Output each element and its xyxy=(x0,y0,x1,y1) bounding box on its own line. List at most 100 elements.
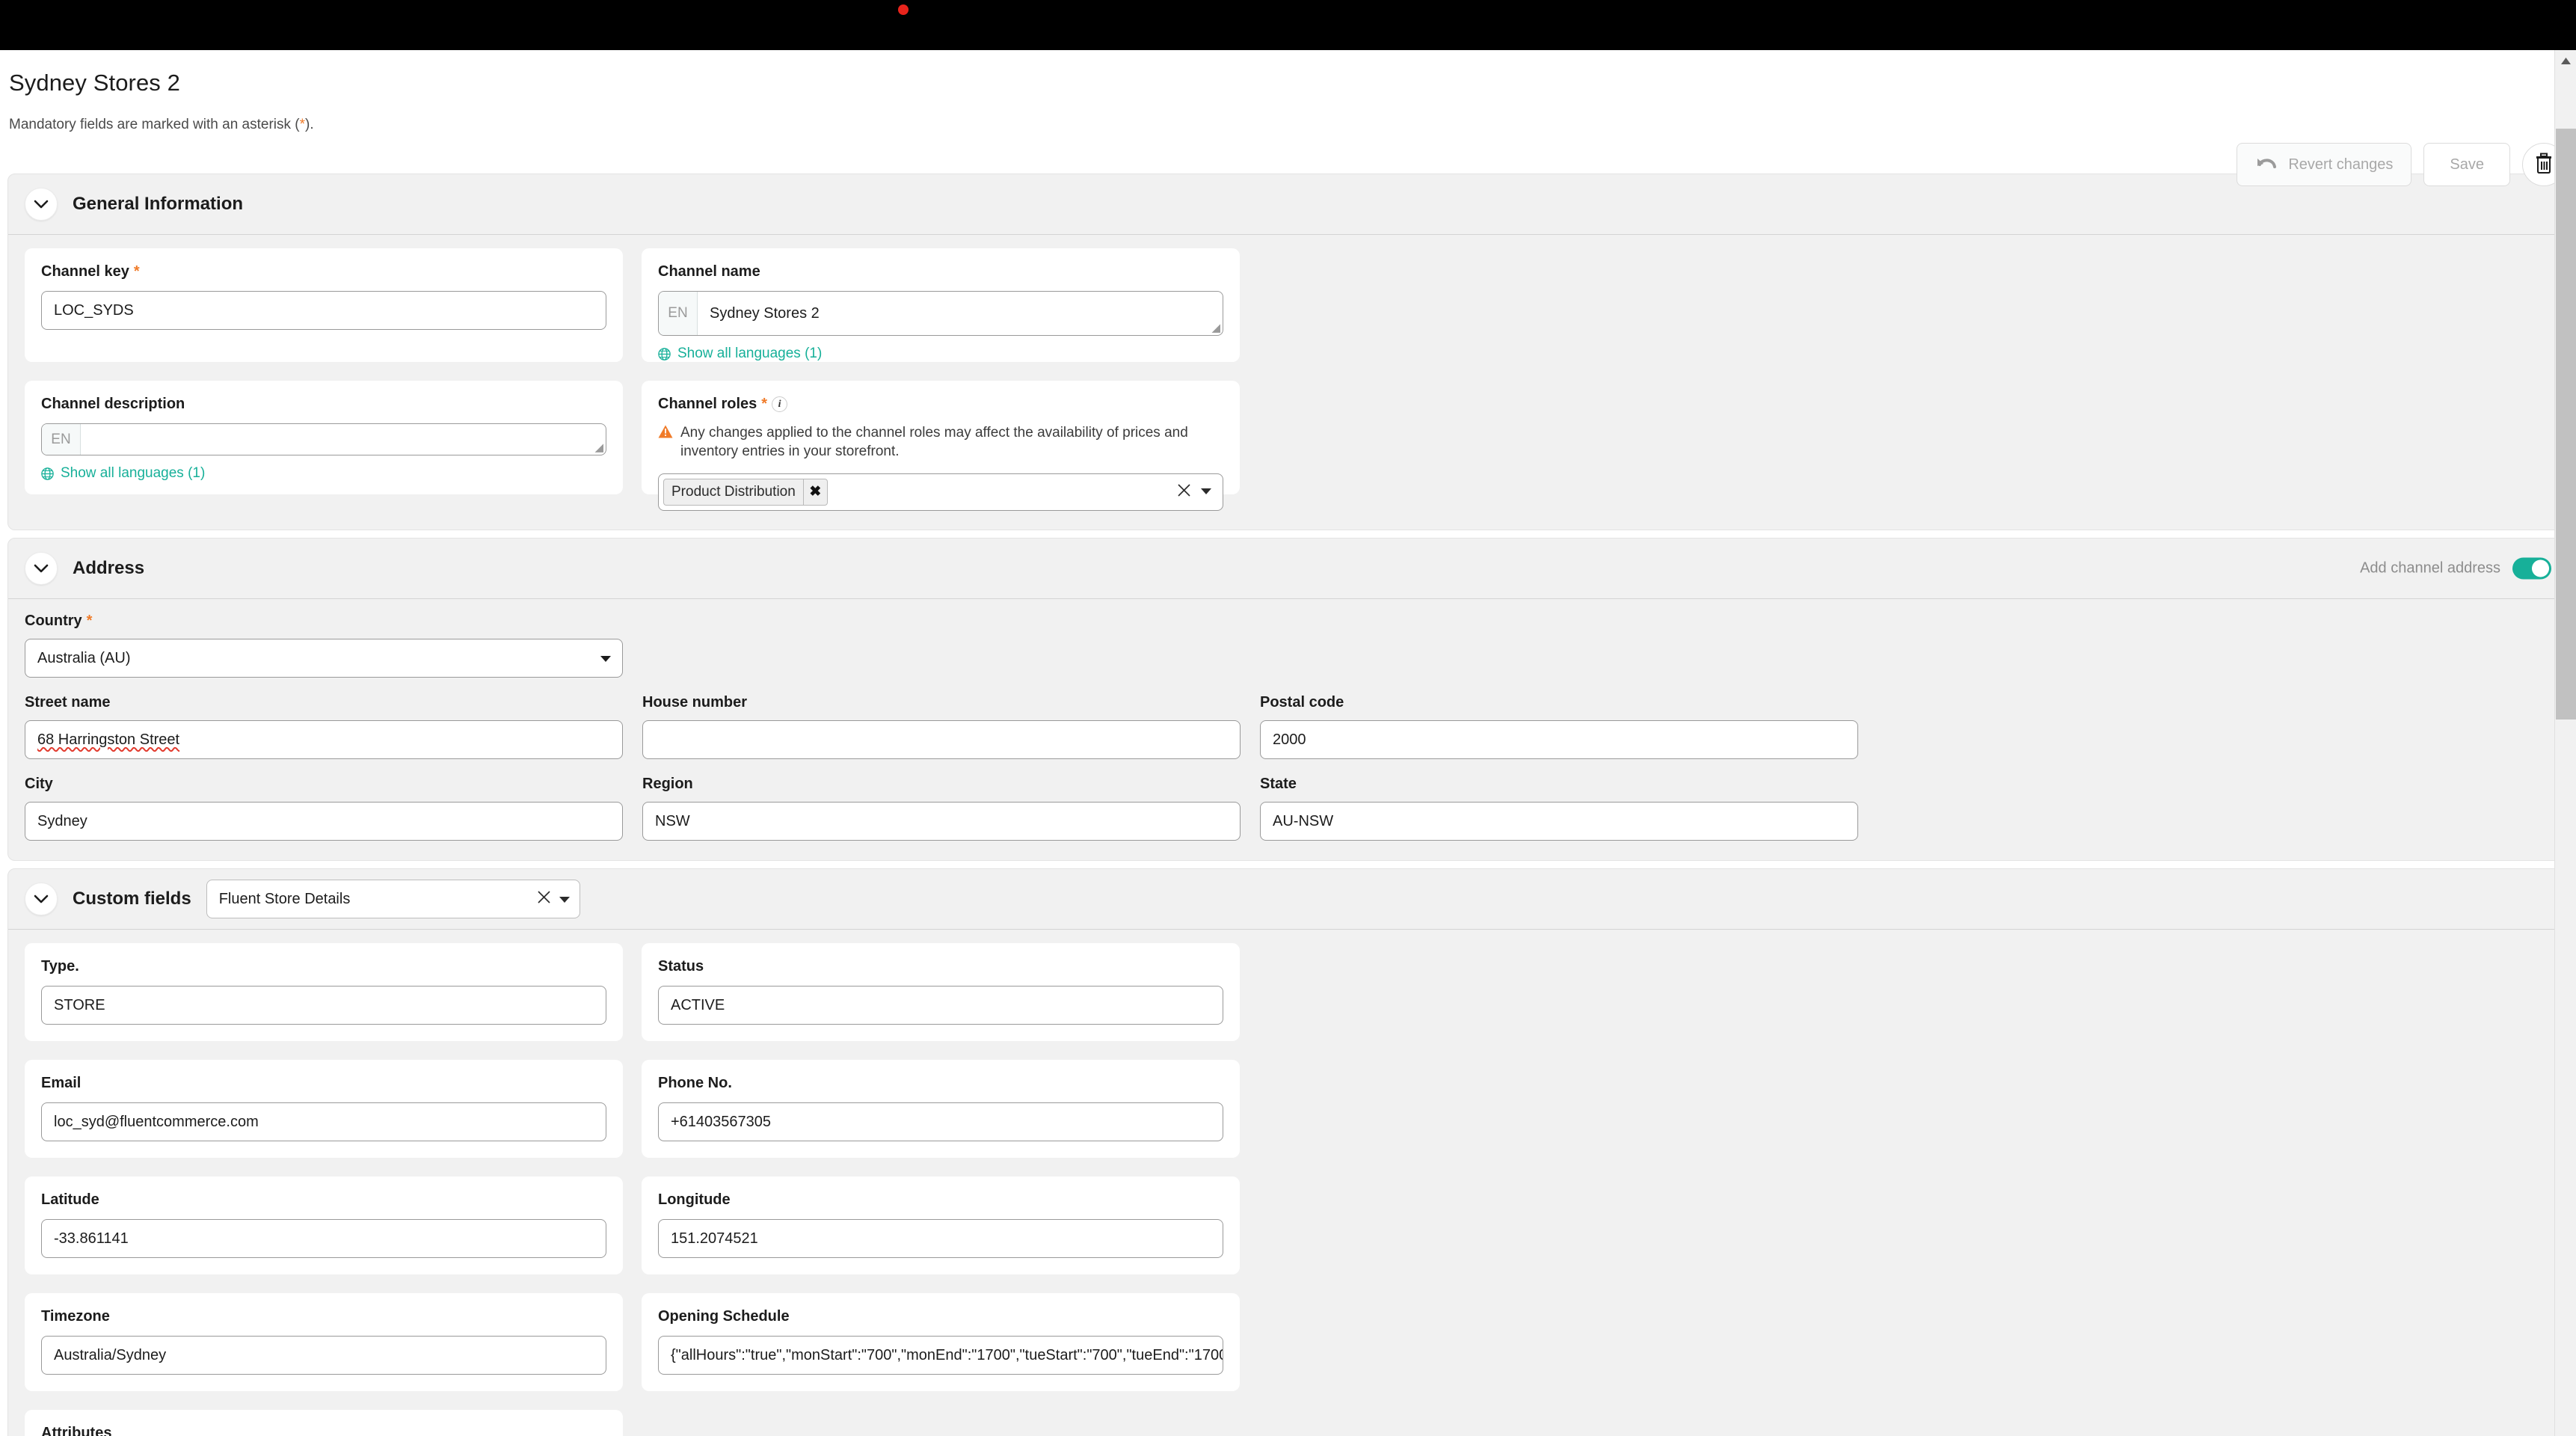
field-card-latitude: Latitude -33.861141 xyxy=(25,1176,623,1274)
show-all-languages-channel-name-label: Show all languages (1) xyxy=(677,346,822,362)
label-postal-code: Postal code xyxy=(1260,694,1858,711)
input-channel-name-value[interactable]: Sydney Stores 2 xyxy=(698,292,1223,335)
window-top-bar xyxy=(0,0,2576,50)
globe-icon xyxy=(41,467,54,480)
input-timezone[interactable]: Australia/Sydney xyxy=(41,1336,606,1375)
show-all-languages-channel-description-label: Show all languages (1) xyxy=(61,465,205,482)
custom-fields-row-5: Attributes [{"name":,"type":,"value":},{… xyxy=(25,1410,2551,1436)
label-opening-schedule: Opening Schedule xyxy=(658,1308,1223,1325)
channel-roles-actions xyxy=(1177,483,1212,501)
label-street-name: Street name xyxy=(25,694,623,711)
custom-fields-row-4: Timezone Australia/Sydney Opening Schedu… xyxy=(25,1293,2551,1391)
input-postal-code[interactable]: 2000 xyxy=(1260,720,1858,759)
section-header-address[interactable]: Address Add channel address xyxy=(8,538,2568,599)
input-street-name-value: 68 Harringston Street xyxy=(37,731,179,749)
field-card-channel-key: Channel key* LOC_SYDS xyxy=(25,248,623,362)
select-custom-fields-scheme[interactable]: Fluent Store Details xyxy=(206,880,580,918)
input-channel-key[interactable]: LOC_SYDS xyxy=(41,291,606,330)
label-city: City xyxy=(25,776,623,793)
section-title-address: Address xyxy=(73,558,144,579)
clear-x-icon[interactable] xyxy=(537,890,551,909)
section-header-general-information[interactable]: General Information xyxy=(8,174,2568,235)
add-channel-address-label: Add channel address xyxy=(2360,560,2500,577)
add-channel-address-toggle[interactable] xyxy=(2512,558,2551,580)
field-card-status: Status ACTIVE xyxy=(642,943,1240,1041)
field-card-phone-no: Phone No. +61403567305 xyxy=(642,1060,1240,1158)
input-phone-no[interactable]: +61403567305 xyxy=(658,1102,1223,1141)
language-tag-en: EN xyxy=(42,424,81,455)
field-region: Region NSW xyxy=(642,776,1241,841)
vertical-scrollbar[interactable] xyxy=(2554,50,2576,1436)
save-label: Save xyxy=(2450,156,2484,174)
label-attributes: Attributes xyxy=(41,1425,606,1436)
input-channel-description[interactable]: EN ◢ xyxy=(41,423,606,455)
label-region: Region xyxy=(642,776,1241,793)
label-channel-roles-text: Channel roles xyxy=(658,396,757,413)
label-state: State xyxy=(1260,776,1858,793)
input-email[interactable]: loc_syd@fluentcommerce.com xyxy=(41,1102,606,1141)
input-channel-name[interactable]: EN Sydney Stores 2 ◢ xyxy=(658,291,1223,336)
info-icon[interactable]: i xyxy=(772,396,787,412)
label-channel-roles: Channel roles* i xyxy=(658,396,1223,413)
input-channel-description-value[interactable] xyxy=(81,424,606,455)
clear-x-icon[interactable] xyxy=(1177,483,1191,501)
chevron-down-icon[interactable] xyxy=(559,891,571,908)
page-title: Sydney Stores 2 xyxy=(9,70,180,96)
language-tag-en: EN xyxy=(659,292,698,335)
field-postal-code: Postal code 2000 xyxy=(1260,694,1858,759)
label-country-text: Country xyxy=(25,613,82,630)
input-house-number[interactable] xyxy=(642,720,1241,759)
custom-fields-row-3: Latitude -33.861141 Longitude 151.207452… xyxy=(25,1176,2551,1274)
globe-icon xyxy=(658,348,671,360)
input-status[interactable]: ACTIVE xyxy=(658,986,1223,1025)
label-channel-name: Channel name xyxy=(658,263,1223,280)
chevron-down-icon[interactable] xyxy=(1200,485,1212,499)
collapse-toggle-general-information[interactable] xyxy=(25,188,58,221)
section-header-custom-fields[interactable]: Custom fields Fluent Store Details xyxy=(8,869,2568,930)
section-custom-fields: Custom fields Fluent Store Details Type.… xyxy=(7,868,2569,1436)
label-email: Email xyxy=(41,1075,606,1092)
input-channel-roles[interactable]: Product Distribution ✖ xyxy=(658,473,1223,511)
mandatory-fields-note: Mandatory fields are marked with an aste… xyxy=(9,117,314,133)
required-asterisk: * xyxy=(87,613,93,630)
field-state: State AU-NSW xyxy=(1260,776,1858,841)
address-row-country: Country * Australia (AU) xyxy=(25,613,2551,678)
field-card-channel-name: Channel name EN Sydney Stores 2 ◢ xyxy=(642,248,1240,362)
channel-roles-warning: Any changes applied to the channel roles… xyxy=(658,423,1223,461)
input-city[interactable]: Sydney xyxy=(25,802,623,841)
required-asterisk: * xyxy=(761,396,767,413)
label-type: Type. xyxy=(41,958,606,975)
section-title-general-information: General Information xyxy=(73,194,243,215)
chip-remove-icon[interactable]: ✖ xyxy=(803,479,827,505)
field-card-attributes: Attributes [{"name":,"type":,"value":},{… xyxy=(25,1410,623,1436)
label-country: Country * xyxy=(25,613,623,630)
textarea-resize-grip[interactable]: ◢ xyxy=(1211,322,1220,334)
select-country[interactable]: Australia (AU) xyxy=(25,639,623,678)
field-city: City Sydney xyxy=(25,776,623,841)
input-state[interactable]: AU-NSW xyxy=(1260,802,1858,841)
general-row-1: Channel key* LOC_SYDS Channel name EN Sy… xyxy=(25,248,2551,362)
input-opening-schedule[interactable]: {"allHours":"true","monStart":"700","mon… xyxy=(658,1336,1223,1375)
input-type[interactable]: STORE xyxy=(41,986,606,1025)
show-all-languages-channel-name[interactable]: Show all languages (1) xyxy=(658,346,1223,362)
undo-arrow-icon xyxy=(2255,156,2278,173)
collapse-toggle-address[interactable] xyxy=(25,552,58,585)
collapse-toggle-custom-fields[interactable] xyxy=(25,883,58,915)
input-region[interactable]: NSW xyxy=(642,802,1241,841)
input-street-name[interactable]: 68 Harringston Street xyxy=(25,720,623,759)
input-latitude[interactable]: -33.861141 xyxy=(41,1219,606,1258)
input-longitude[interactable]: 151.2074521 xyxy=(658,1219,1223,1258)
select-custom-fields-actions xyxy=(537,890,571,909)
custom-fields-row-2: Email loc_syd@fluentcommerce.com Phone N… xyxy=(25,1060,2551,1158)
show-all-languages-channel-description[interactable]: Show all languages (1) xyxy=(41,465,606,482)
chip-product-distribution[interactable]: Product Distribution ✖ xyxy=(663,479,828,506)
chevron-down-icon[interactable] xyxy=(600,650,612,667)
mandatory-note-prefix: Mandatory fields are marked with an aste… xyxy=(9,117,300,132)
label-status: Status xyxy=(658,958,1223,975)
scroll-up-arrow-icon[interactable] xyxy=(2555,50,2576,72)
scrollbar-thumb[interactable] xyxy=(2556,129,2576,719)
textarea-resize-grip[interactable]: ◢ xyxy=(594,442,603,453)
select-country-value: Australia (AU) xyxy=(37,650,600,667)
label-channel-key-text: Channel key xyxy=(41,263,129,280)
section-body-general-information: Channel key* LOC_SYDS Channel name EN Sy… xyxy=(8,235,2568,530)
